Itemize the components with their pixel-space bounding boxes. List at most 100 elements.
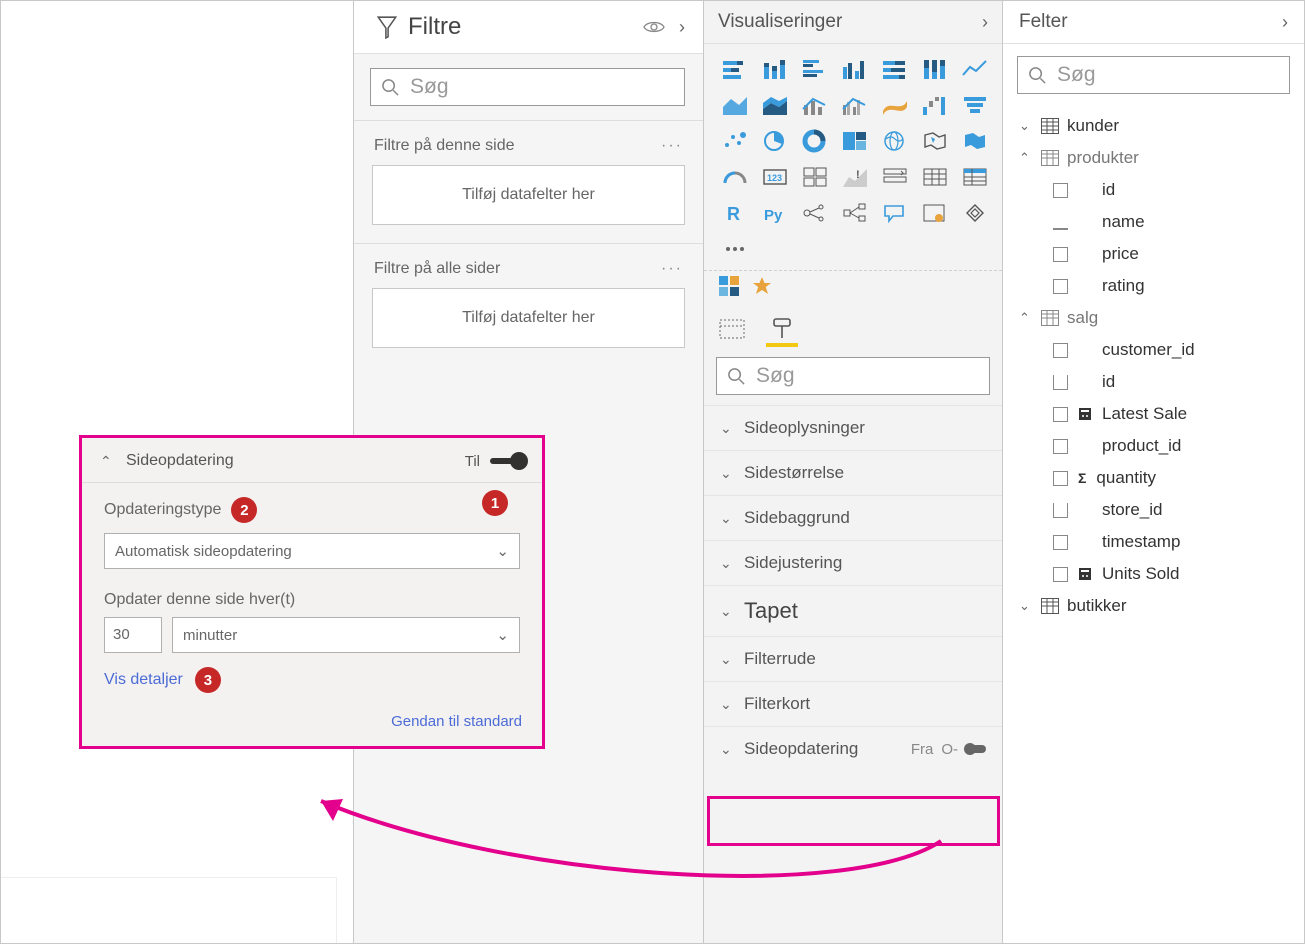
checkbox[interactable] bbox=[1053, 407, 1068, 422]
fields-tab-icon[interactable] bbox=[718, 315, 746, 343]
collapse-icon[interactable]: › bbox=[679, 17, 685, 38]
table-kunder[interactable]: ⌄ kunder bbox=[1017, 110, 1292, 142]
checkbox[interactable] bbox=[1053, 279, 1068, 294]
viz-map-icon[interactable] bbox=[878, 126, 912, 156]
checkbox[interactable] bbox=[1053, 183, 1068, 198]
field-produkter-price[interactable]: price bbox=[1017, 238, 1292, 270]
refresh-type-select[interactable]: Automatisk sideopdatering ⌄ bbox=[104, 533, 520, 569]
page-refresh-callout: ⌃ Sideopdatering Til Opdateringstype 2 A… bbox=[79, 435, 545, 749]
field-salg-unitssold[interactable]: Units Sold bbox=[1017, 558, 1292, 590]
filters-page-dropzone[interactable]: Tilføj datafelter her bbox=[372, 165, 685, 225]
section-refresh[interactable]: ⌄Sideopdatering FraO- bbox=[704, 726, 1002, 771]
callout-header[interactable]: ⌃ Sideopdatering Til bbox=[82, 438, 542, 483]
show-details-link[interactable]: Vis detaljer 3 bbox=[104, 667, 520, 693]
favorite-visual-icon[interactable] bbox=[752, 276, 772, 296]
viz-scatter-icon[interactable] bbox=[718, 126, 752, 156]
viz-matrix-icon[interactable] bbox=[958, 162, 992, 192]
fields-search[interactable]: Søg bbox=[1017, 56, 1290, 94]
viz-line-icon[interactable] bbox=[958, 54, 992, 84]
viz-card-icon[interactable]: 123 bbox=[758, 162, 792, 192]
section-pagealign[interactable]: ⌄Sidejustering bbox=[704, 540, 1002, 585]
field-salg-quantity[interactable]: Σquantity bbox=[1017, 462, 1292, 494]
viz-key-influencers-icon[interactable] bbox=[798, 198, 832, 228]
viz-decomposition-icon[interactable] bbox=[838, 198, 872, 228]
fields-header: Felter › bbox=[1003, 1, 1304, 44]
section-pageinfo[interactable]: ⌄Sideoplysninger bbox=[704, 405, 1002, 450]
section-wallpaper[interactable]: ⌄Tapet bbox=[704, 585, 1002, 636]
viz-powerapps-icon[interactable] bbox=[958, 198, 992, 228]
format-tab-icon[interactable] bbox=[768, 315, 796, 343]
checkbox[interactable] bbox=[1053, 343, 1068, 358]
viz-shape-map-icon[interactable] bbox=[958, 126, 992, 156]
more-icon[interactable]: ··· bbox=[661, 137, 683, 155]
viz-python-icon[interactable]: Py bbox=[758, 198, 792, 228]
viz-arcgis-icon[interactable] bbox=[918, 198, 952, 228]
viz-clustered-bar-icon[interactable] bbox=[798, 54, 832, 84]
viz-funnel-icon[interactable] bbox=[958, 90, 992, 120]
collapse-icon[interactable]: › bbox=[982, 12, 988, 33]
more-icon[interactable]: ··· bbox=[661, 260, 683, 278]
filters-all-section: Filtre på alle sider ··· Tilføj datafelt… bbox=[354, 243, 703, 366]
viz-100-column-icon[interactable] bbox=[918, 54, 952, 84]
viz-filled-map-icon[interactable] bbox=[918, 126, 952, 156]
field-produkter-id[interactable]: id bbox=[1017, 174, 1292, 206]
section-filterpane[interactable]: ⌄Filterrude bbox=[704, 636, 1002, 681]
field-salg-storeid[interactable]: store_id bbox=[1017, 494, 1292, 526]
field-salg-id[interactable]: id bbox=[1017, 366, 1292, 398]
viz-kpi-icon[interactable]: ! bbox=[838, 162, 872, 192]
field-salg-latestsale[interactable]: Latest Sale bbox=[1017, 398, 1292, 430]
viz-100-bar-icon[interactable] bbox=[878, 54, 912, 84]
field-salg-timestamp[interactable]: timestamp bbox=[1017, 526, 1292, 558]
checkbox[interactable] bbox=[1053, 375, 1068, 390]
section-pagesize[interactable]: ⌄Sidestørrelse bbox=[704, 450, 1002, 495]
viz-multi-card-icon[interactable] bbox=[798, 162, 832, 192]
interval-value-input[interactable]: 30 bbox=[104, 617, 162, 653]
viz-slicer-icon[interactable] bbox=[878, 162, 912, 192]
badge-3: 3 bbox=[195, 667, 221, 693]
viz-pie-icon[interactable] bbox=[758, 126, 792, 156]
viz-ribbon-icon[interactable] bbox=[878, 90, 912, 120]
viz-clustered-column-icon[interactable] bbox=[838, 54, 872, 84]
fields-title: Felter bbox=[1019, 11, 1068, 33]
viz-stacked-column-icon[interactable] bbox=[758, 54, 792, 84]
viz-stacked-bar-icon[interactable] bbox=[718, 54, 752, 84]
eye-icon[interactable] bbox=[643, 19, 665, 35]
table-produkter[interactable]: ⌃ produkter bbox=[1017, 142, 1292, 174]
restore-default-link[interactable]: Gendan til standard bbox=[82, 703, 542, 746]
viz-gauge-icon[interactable] bbox=[718, 162, 752, 192]
table-butikker[interactable]: ⌄ butikker bbox=[1017, 590, 1292, 622]
checkbox[interactable] bbox=[1053, 535, 1068, 550]
field-salg-productid[interactable]: product_id bbox=[1017, 430, 1292, 462]
checkbox[interactable] bbox=[1053, 215, 1068, 230]
custom-visual-icon[interactable] bbox=[718, 275, 740, 297]
viz-r-icon[interactable]: R bbox=[718, 198, 752, 228]
filters-search[interactable]: Søg bbox=[370, 68, 685, 106]
section-pagebg[interactable]: ⌄Sidebaggrund bbox=[704, 495, 1002, 540]
viz-line-column-icon[interactable] bbox=[798, 90, 832, 120]
field-produkter-name[interactable]: name bbox=[1017, 206, 1292, 238]
toggle-on[interactable] bbox=[490, 458, 524, 464]
filters-all-dropzone[interactable]: Tilføj datafelter her bbox=[372, 288, 685, 348]
checkbox[interactable] bbox=[1053, 247, 1068, 262]
field-produkter-rating[interactable]: rating bbox=[1017, 270, 1292, 302]
collapse-icon[interactable]: › bbox=[1282, 12, 1288, 33]
field-salg-customerid[interactable]: customer_id bbox=[1017, 334, 1292, 366]
checkbox[interactable] bbox=[1053, 503, 1068, 518]
viz-more-icon[interactable] bbox=[718, 234, 752, 264]
checkbox[interactable] bbox=[1053, 567, 1068, 582]
viz-treemap-icon[interactable] bbox=[838, 126, 872, 156]
viz-table-icon[interactable] bbox=[918, 162, 952, 192]
viz-line-clustered-icon[interactable] bbox=[838, 90, 872, 120]
format-search[interactable]: Søg bbox=[716, 357, 990, 395]
toggle-off-icon[interactable] bbox=[966, 745, 986, 753]
viz-waterfall-icon[interactable] bbox=[918, 90, 952, 120]
table-salg[interactable]: ⌃ salg bbox=[1017, 302, 1292, 334]
viz-qa-icon[interactable] bbox=[878, 198, 912, 228]
interval-unit-select[interactable]: minutter ⌄ bbox=[172, 617, 520, 653]
checkbox[interactable] bbox=[1053, 439, 1068, 454]
section-filtercard[interactable]: ⌄Filterkort bbox=[704, 681, 1002, 726]
viz-area-icon[interactable] bbox=[718, 90, 752, 120]
viz-stacked-area-icon[interactable] bbox=[758, 90, 792, 120]
viz-donut-icon[interactable] bbox=[798, 126, 832, 156]
checkbox[interactable] bbox=[1053, 471, 1068, 486]
